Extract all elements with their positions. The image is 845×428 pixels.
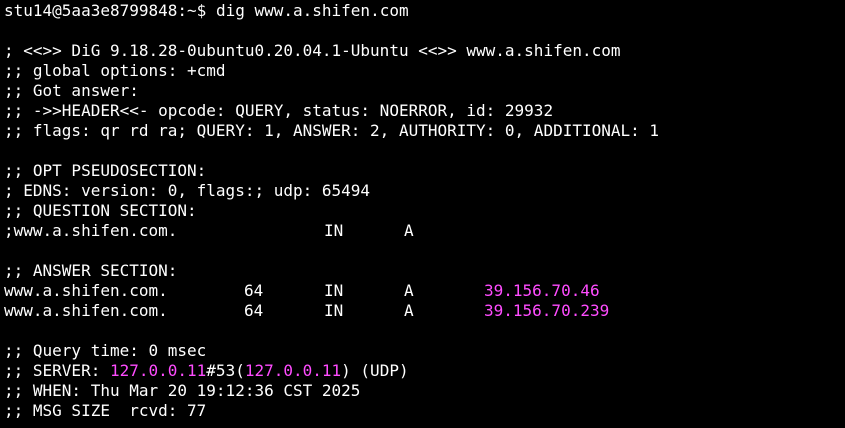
when-line: ;; WHEN: Thu Mar 20 19:12:36 CST 2025	[4, 381, 361, 400]
answer-ttl: 64	[244, 281, 264, 300]
answer-name: www.a.shifen.com.	[4, 281, 168, 300]
terminal-window[interactable]: stu14@5aa3e8799848:~$ dig www.a.shifen.c…	[0, 0, 845, 428]
question-section-title: ;; QUESTION SECTION:	[4, 201, 197, 220]
answer-ip-address: 39.156.70.46	[484, 281, 600, 300]
opt-section-title: ;; OPT PSEUDOSECTION:	[4, 161, 207, 180]
server-suffix: ) (UDP)	[341, 361, 409, 380]
prompt-command: dig www.a.shifen.com	[215, 1, 409, 20]
server-ip: 127.0.0.11	[109, 361, 207, 380]
msg-size-line: ;; MSG SIZE rcvd: 77	[4, 401, 207, 420]
server-line: ;; SERVER: 127.0.0.11#53(127.0.0.11) (UD…	[4, 361, 845, 381]
question-class: IN	[324, 221, 344, 240]
header-status-line: ;; ->>HEADER<<- opcode: QUERY, status: N…	[4, 101, 554, 120]
answer-class: IN	[324, 281, 344, 300]
server-ip-repeat: 127.0.0.11	[244, 361, 342, 380]
answer-row: www.a.shifen.com. 64 IN A 39.156.70.46	[4, 281, 845, 301]
answer-name: www.a.shifen.com.	[4, 301, 168, 320]
prompt-user-host: stu14@5aa3e8799848	[4, 1, 178, 20]
question-type: A	[404, 221, 414, 240]
question-name: ;www.a.shifen.com.	[4, 221, 178, 240]
got-answer-line: ;; Got answer:	[4, 81, 139, 100]
answer-type: A	[404, 301, 414, 320]
answer-ip-address: 39.156.70.239	[484, 301, 610, 320]
prompt-path: :~$	[177, 1, 207, 20]
answer-section-title: ;; ANSWER SECTION:	[4, 261, 178, 280]
edns-line: ; EDNS: version: 0, flags:; udp: 65494	[4, 181, 371, 200]
answer-type: A	[404, 281, 414, 300]
answer-row: www.a.shifen.com. 64 IN A 39.156.70.239	[4, 301, 845, 321]
question-row: ;www.a.shifen.com. IN A	[4, 221, 845, 241]
flags-line: ;; flags: qr rd ra; QUERY: 1, ANSWER: 2,…	[4, 121, 660, 140]
global-options-line: ;; global options: +cmd	[4, 61, 226, 80]
dig-banner: ; <<>> DiG 9.18.28-0ubuntu0.20.04.1-Ubun…	[4, 41, 621, 60]
query-time-line: ;; Query time: 0 msec	[4, 341, 207, 360]
answer-ttl: 64	[244, 301, 264, 320]
server-port: #53(	[206, 361, 245, 380]
command-prompt-line: stu14@5aa3e8799848:~$ dig www.a.shifen.c…	[4, 1, 845, 21]
answer-class: IN	[324, 301, 344, 320]
server-prefix: ;; SERVER:	[4, 361, 110, 380]
